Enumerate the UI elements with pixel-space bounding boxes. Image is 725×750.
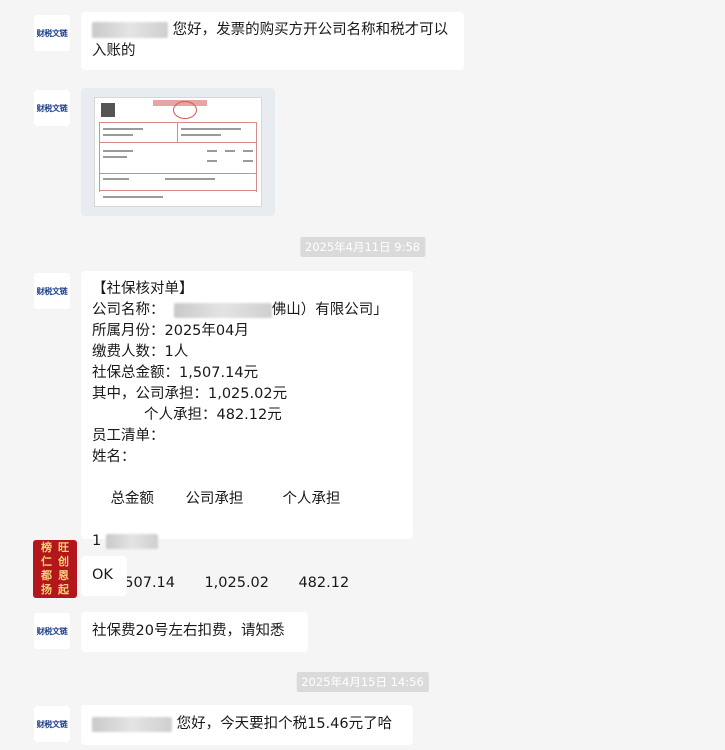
redacted-employee xyxy=(105,533,158,549)
sheet-title: 【社保核对单】 xyxy=(92,281,194,297)
employee-list-label: 员工清单： xyxy=(92,428,165,444)
table-header-row: 总金额 公司承担 个人承担 xyxy=(92,468,402,531)
invoice-image-message[interactable] xyxy=(81,88,275,216)
message-text: OK xyxy=(92,567,113,583)
company-logo: 财税文链 xyxy=(36,28,68,38)
table-cell: 482.12 xyxy=(298,575,350,591)
company-logo: 财税文链 xyxy=(36,286,68,296)
company-line: 公司名称： 佛山）有限公司」 xyxy=(92,302,388,318)
message-text: 您好，今天要扣个税15.46元了哈 xyxy=(176,716,393,732)
sender-avatar[interactable]: 榜旺 仁创 都恩 扬起 xyxy=(33,540,77,598)
sender-avatar[interactable]: 财税文链 xyxy=(34,706,70,742)
company-logo: 财税文链 xyxy=(36,626,68,636)
timestamp: 2025年4月11日 9:58 xyxy=(299,237,426,257)
company-share-line: 其中，公司承担：1,025.02元 xyxy=(92,386,288,402)
message-bubble[interactable]: 您好，今天要扣个税15.46元了哈 xyxy=(81,705,413,745)
qr-code-icon xyxy=(101,103,115,117)
employee-row-name: 1 xyxy=(92,531,402,552)
timestamp: 2025年4月15日 14:56 xyxy=(296,672,429,692)
calligraphy-avatar: 榜旺 仁创 都恩 扬起 xyxy=(41,541,69,596)
sender-avatar[interactable]: 财税文链 xyxy=(34,15,70,51)
message-bubble[interactable]: 社保费20号左右扣费，请知悉 xyxy=(81,612,308,652)
message-bubble[interactable]: 【社保核对单】 公司名称： 佛山）有限公司」 所属月份：2025年04月 缴费人… xyxy=(81,271,413,591)
name-label: 姓名： xyxy=(92,449,136,465)
table-row: 1,507.14 1,025.02 482.12 xyxy=(92,552,402,615)
column-header: 总金额 xyxy=(110,491,154,507)
sender-avatar[interactable]: 财税文链 xyxy=(34,613,70,649)
column-header: 公司承担 xyxy=(185,491,244,507)
people-line: 缴费人数：1人 xyxy=(92,344,189,360)
personal-share-line: 个人承担：482.12元 xyxy=(144,407,282,423)
redacted-company xyxy=(173,302,272,318)
table-cell: 1,025.02 xyxy=(204,575,270,591)
sender-avatar[interactable]: 财税文链 xyxy=(34,273,70,309)
total-line: 社保总金额：1,507.14元 xyxy=(92,365,259,381)
column-header: 个人承担 xyxy=(282,491,341,507)
message-bubble[interactable]: OK xyxy=(81,556,127,596)
redacted-name xyxy=(92,716,172,732)
company-logo: 财税文链 xyxy=(36,719,68,729)
message-text: 社保费20号左右扣费，请知悉 xyxy=(92,623,285,639)
company-logo: 财税文链 xyxy=(36,103,68,113)
redacted-name xyxy=(92,22,168,38)
sender-avatar[interactable]: 财税文链 xyxy=(34,90,70,126)
month-line: 所属月份：2025年04月 xyxy=(92,323,249,339)
stamp-icon xyxy=(173,101,197,119)
invoice-thumbnail xyxy=(94,97,262,207)
message-bubble[interactable]: 您好，发票的购买方开公司名称和税才可以入账的 xyxy=(81,12,464,70)
